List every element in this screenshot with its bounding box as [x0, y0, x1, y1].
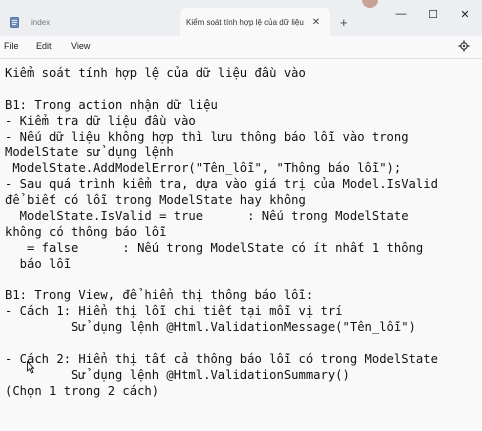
- text-line: - Nếu dữ liệu không hợp thì lưu thông bá…: [5, 129, 409, 144]
- minimize-button[interactable]: —: [386, 8, 416, 20]
- text-line: báo lỗi: [5, 256, 72, 271]
- new-tab-button[interactable]: +: [340, 15, 348, 30]
- text-line: ModelState.IsValid = true : Nếu trong Mo…: [5, 209, 409, 224]
- text-line: để biết có lỗi trong ModelState hay khôn…: [5, 193, 306, 208]
- maximize-button[interactable]: ☐: [418, 8, 448, 21]
- close-button[interactable]: ✕: [450, 8, 480, 21]
- text-line: - Kiểm tra dữ liệu đầu vào: [5, 113, 196, 128]
- tab-label: index: [31, 17, 51, 27]
- text-line: [5, 273, 482, 289]
- text-line: - Sau quá trình kiểm tra, dựa vào giá tr…: [5, 177, 438, 192]
- text-line: [5, 336, 482, 352]
- text-line: Kiểm soát tính hợp lệ của dữ liệu đầu và…: [5, 66, 306, 80]
- text-line: Sử dụng lệnh @Html.ValidationMessage("Tê…: [5, 320, 416, 335]
- text-line: B1: Trong View, để hiển thị thông báo lỗ…: [5, 288, 314, 303]
- text-line: không có thông báo lỗi: [5, 224, 167, 239]
- text-line: ModelState sử dụng lệnh: [5, 145, 174, 160]
- text-line: Sử dụng lệnh @Html.ValidationSummary(): [5, 367, 350, 382]
- avatar: [362, 0, 378, 8]
- text-line: - Cách 2: Hiển thị tất cả thông báo lỗi …: [5, 352, 438, 367]
- tab-index[interactable]: index: [0, 8, 178, 36]
- mouse-pointer-icon: [27, 361, 34, 374]
- tab-label: Kiểm soát tính hợp lệ của dữ liệu: [186, 17, 304, 27]
- title-bar: index Kiểm soát tính hợp lệ của dữ liệu …: [0, 0, 482, 36]
- text-line: B1: Trong action nhận dữ liệu: [5, 97, 218, 112]
- text-line: = false : Nếu trong ModelState có ít nhấ…: [5, 240, 424, 255]
- text-editor[interactable]: Kiểm soát tính hợp lệ của dữ liệu đầu và…: [5, 66, 482, 426]
- tab-validation-notes[interactable]: Kiểm soát tính hợp lệ của dữ liệu ✕: [180, 8, 330, 36]
- gear-icon[interactable]: [458, 40, 470, 52]
- text-line: [5, 82, 482, 98]
- divider: [0, 58, 482, 59]
- menu-view[interactable]: View: [71, 41, 90, 51]
- text-line: (Chọn 1 trong 2 cách): [5, 383, 160, 398]
- document-icon: [10, 16, 19, 28]
- text-line: ModelState.AddModelError("Tên_lỗi", "Thô…: [5, 161, 402, 176]
- menu-bar: File Edit View: [0, 36, 482, 58]
- menu-edit[interactable]: Edit: [36, 41, 52, 51]
- notepad-window: index Kiểm soát tính hợp lệ của dữ liệu …: [0, 0, 482, 431]
- text-line: - Cách 1: Hiển thị lỗi chi tiết tại mỗi …: [5, 304, 343, 319]
- close-tab-icon[interactable]: ✕: [308, 17, 324, 28]
- menu-file[interactable]: File: [4, 41, 19, 51]
